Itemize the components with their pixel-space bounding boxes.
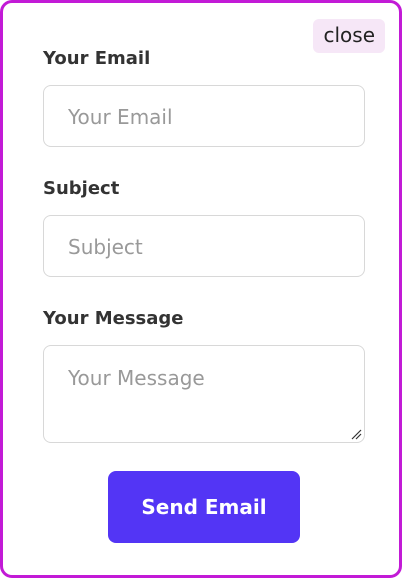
email-input[interactable]: Your Email xyxy=(43,85,365,147)
message-placeholder: Your Message xyxy=(68,366,205,390)
email-label: Your Email xyxy=(43,48,151,69)
send-email-button[interactable]: Send Email xyxy=(108,471,300,543)
subject-label: Subject xyxy=(43,178,120,199)
subject-input[interactable]: Subject xyxy=(43,215,365,277)
contact-form-modal: close Your Email Your Email Subject Subj… xyxy=(0,0,402,578)
email-field-group: Your Email Your Email xyxy=(43,45,365,147)
contact-form: Your Email Your Email Subject Subject Yo… xyxy=(43,45,365,471)
resize-handle-icon[interactable] xyxy=(350,428,362,440)
subject-field-group: Subject Subject xyxy=(43,175,365,277)
message-field-group: Your Message Your Message xyxy=(43,305,365,443)
message-textarea[interactable]: Your Message xyxy=(43,345,365,443)
message-label: Your Message xyxy=(43,308,184,329)
